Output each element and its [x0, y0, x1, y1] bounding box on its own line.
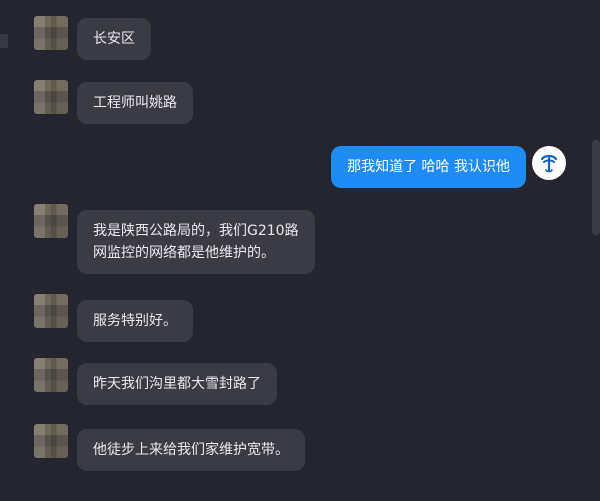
chat-window: 长安区 工程师叫姚路 那我知道了 哈哈 我认识他 我是陕西公路局的，我们G210…	[0, 0, 600, 501]
message-bubble-incoming[interactable]: 服务特别好。	[77, 300, 193, 342]
contact-avatar[interactable]	[34, 80, 68, 114]
message-text: 服务特别好。	[93, 313, 177, 329]
message-bubble-incoming[interactable]: 工程师叫姚路	[77, 82, 193, 124]
message-bubble-outgoing[interactable]: 那我知道了 哈哈 我认识他	[331, 146, 526, 188]
contact-avatar[interactable]	[34, 358, 68, 392]
message-bubble-incoming[interactable]: 昨天我们沟里都大雪封路了	[77, 363, 277, 405]
message-text-line: 网监控的网络都是他维护的。	[93, 245, 275, 261]
self-avatar[interactable]	[532, 146, 566, 180]
message-bubble-incoming[interactable]: 他徒步上来给我们家维护宽带。	[77, 429, 305, 471]
message-text: 他徒步上来给我们家维护宽带。	[93, 442, 289, 458]
message-text-line: 我是陕西公路局的，我们G210路	[93, 223, 299, 239]
scrollbar[interactable]	[592, 140, 600, 235]
message-bubble-incoming[interactable]: 长安区	[77, 18, 151, 60]
message-bubble-incoming[interactable]: 我是陕西公路局的，我们G210路 网监控的网络都是他维护的。	[77, 210, 315, 274]
message-text: 那我知道了 哈哈 我认识他	[347, 159, 510, 175]
contact-avatar[interactable]	[34, 424, 68, 458]
contact-avatar[interactable]	[34, 204, 68, 238]
contact-avatar[interactable]	[34, 16, 68, 50]
china-telecom-logo-icon	[540, 154, 558, 173]
message-text: 工程师叫姚路	[93, 95, 177, 111]
message-text: 昨天我们沟里都大雪封路了	[93, 376, 261, 392]
message-text: 长安区	[93, 31, 135, 47]
window-edge	[0, 34, 8, 48]
contact-avatar[interactable]	[34, 294, 68, 328]
